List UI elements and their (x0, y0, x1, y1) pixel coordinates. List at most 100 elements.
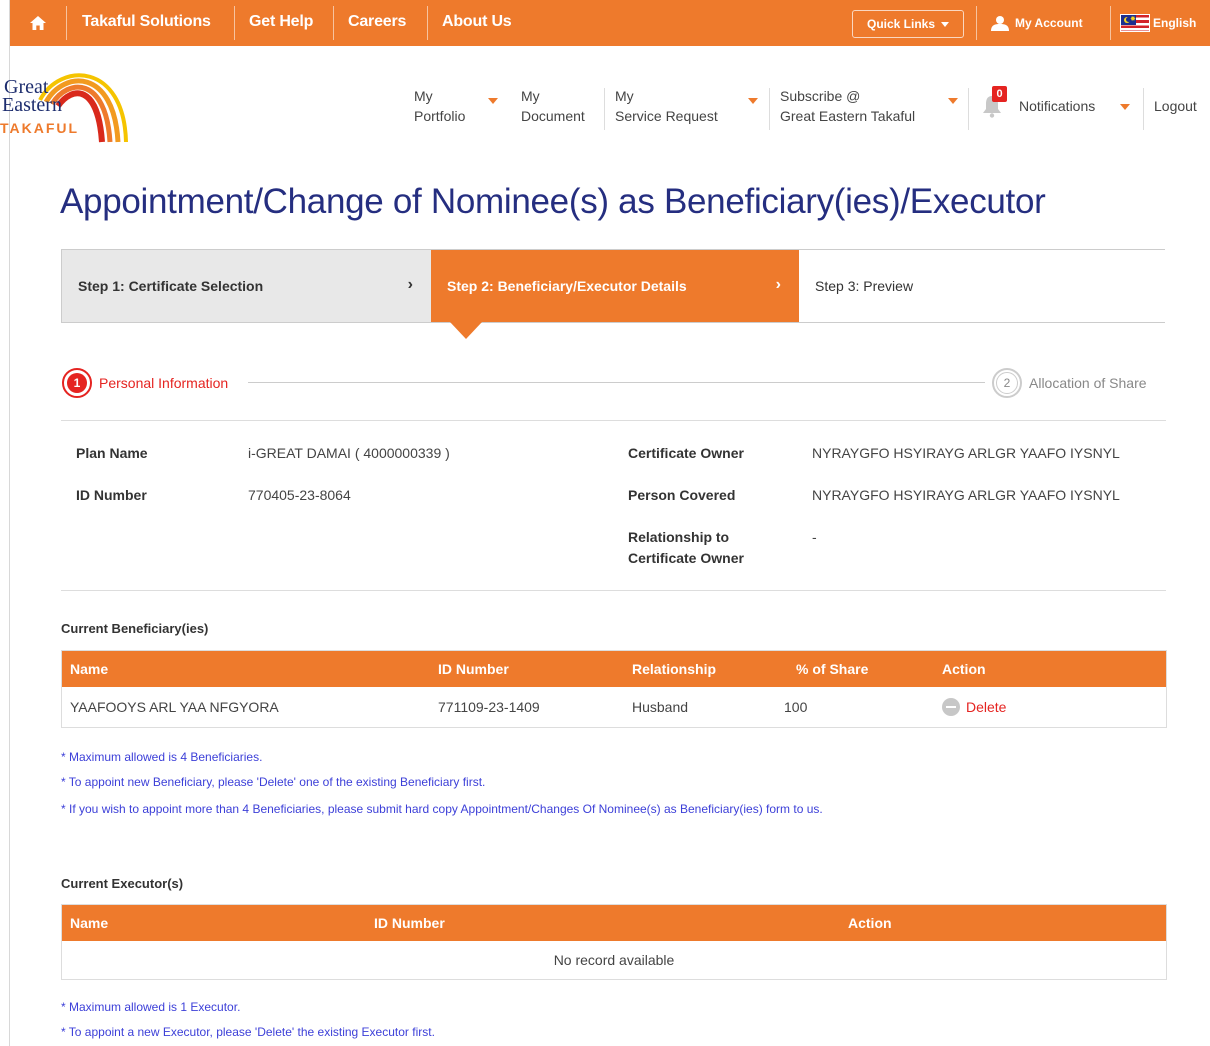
menu-my-service-request-line1: My (615, 88, 634, 104)
menu-separator (1143, 88, 1144, 130)
nav-about-us[interactable]: About Us (442, 0, 512, 46)
beneficiary-note: * If you wish to appoint more than 4 Ben… (61, 802, 823, 816)
quick-links-label: Quick Links (866, 17, 936, 31)
beneficiary-id-number: 771109-23-1409 (438, 699, 540, 715)
person-covered-value: NYRAYGFO HSYIRAYG ARLGR YAAFO IYSNYL (812, 487, 1120, 503)
home-icon (30, 16, 46, 30)
current-beneficiaries-title: Current Beneficiary(ies) (61, 621, 209, 636)
chevron-right-icon: › (775, 276, 781, 293)
menu-my-service-request[interactable]: My Service Request (615, 86, 758, 126)
chevron-right-icon: › (407, 276, 413, 293)
substep-2-label: Allocation of Share (1029, 375, 1147, 391)
header-action: Action (942, 661, 986, 677)
page-left-border (9, 0, 10, 1046)
menu-my-service-request-line2: Service Request (615, 108, 718, 124)
relationship-label: Relationship to Certificate Owner (628, 527, 744, 569)
wizard-stepper: Step 1: Certificate Selection › Step 2: … (61, 249, 1165, 323)
header-id-number: ID Number (374, 915, 445, 931)
logo-text-eastern: Eastern (2, 94, 62, 116)
delete-label: Delete (966, 699, 1007, 715)
step-preview[interactable]: Step 3: Preview (799, 250, 1165, 322)
nav-separator (427, 6, 428, 40)
minus-circle-icon (942, 698, 960, 716)
user-icon (991, 16, 1009, 31)
substep-1-number: 1 (67, 373, 87, 393)
beneficiary-note: * To appoint new Beneficiary, please 'De… (61, 775, 486, 789)
chevron-down-icon (941, 21, 950, 27)
divider (61, 420, 1166, 421)
step-3-label: Step 3: Preview (815, 278, 914, 294)
menu-notifications[interactable]: Notifications (1019, 96, 1130, 116)
nav-separator (66, 6, 67, 40)
plan-name-label: Plan Name (76, 445, 148, 461)
certificate-owner-label: Certificate Owner (628, 445, 744, 461)
menu-my-portfolio[interactable]: My Portfolio (414, 86, 498, 126)
language-label: English (1153, 16, 1197, 30)
top-navigation-bar: Takaful Solutions Get Help Careers About… (10, 0, 1210, 46)
nav-takaful-solutions[interactable]: Takaful Solutions (82, 0, 211, 46)
step-certificate-selection[interactable]: Step 1: Certificate Selection › (62, 250, 431, 322)
divider (61, 590, 1166, 591)
chevron-down-icon (748, 98, 758, 104)
step-2-label: Step 2: Beneficiary/Executor Details (447, 278, 687, 294)
substep-personal-information[interactable]: 1 Personal Information (62, 368, 239, 398)
my-account-label: My Account (1015, 16, 1083, 30)
certificate-owner-value: NYRAYGFO HSYIRAYG ARLGR YAAFO IYSNYL (812, 445, 1120, 461)
substep-allocation-of-share[interactable]: 2 Allocation of Share (992, 368, 1147, 398)
menu-subscribe-line1: Subscribe @ (780, 88, 861, 104)
menu-my-document-line1[interactable]: My (521, 86, 585, 106)
menu-my-portfolio-line1: My (414, 88, 433, 104)
menu-my-document: My Document (521, 86, 585, 126)
header-name: Name (70, 915, 109, 931)
chevron-down-icon (488, 98, 498, 104)
step-1-label: Step 1: Certificate Selection (78, 278, 264, 294)
substep-2-indicator: 2 (992, 368, 1022, 398)
notification-count-badge: 0 (992, 86, 1007, 102)
beneficiary-relationship: Husband (632, 699, 689, 715)
nav-separator (1110, 6, 1111, 40)
nav-careers[interactable]: Careers (348, 0, 406, 46)
beneficiary-share: 100 (784, 699, 808, 715)
current-executors-title: Current Executor(s) (61, 876, 184, 891)
header-name: Name (70, 661, 109, 677)
id-number-value: 770405-23-8064 (248, 487, 351, 503)
substep-1-indicator: 1 (62, 368, 92, 398)
executors-table-header: Name ID Number Action (62, 905, 1166, 941)
menu-my-document-line2[interactable]: Document (521, 106, 585, 126)
chevron-down-icon (948, 98, 958, 104)
step-beneficiary-executor-details[interactable]: Step 2: Beneficiary/Executor Details › (431, 250, 799, 322)
page-title: Appointment/Change of Nominee(s) as Bene… (60, 182, 1046, 221)
substep-2-number: 2 (996, 372, 1018, 394)
logout-link[interactable]: Logout (1154, 96, 1197, 116)
menu-separator (968, 88, 969, 130)
menu-subscribe-line2: Great Eastern Takaful (780, 108, 916, 124)
relationship-label-line1: Relationship to (628, 529, 730, 545)
menu-separator (769, 88, 770, 130)
home-button[interactable] (10, 0, 66, 46)
menu-notifications-label: Notifications (1019, 98, 1096, 114)
active-step-pointer (450, 322, 482, 339)
no-record-message: No record available (553, 952, 675, 968)
malaysia-flag-icon: ✸ (1120, 14, 1150, 32)
notifications-bell[interactable]: 0 (982, 86, 1007, 118)
relationship-value: - (812, 529, 817, 545)
id-number-label: ID Number (76, 487, 147, 503)
nav-separator (333, 6, 334, 40)
my-account-link[interactable]: My Account (990, 0, 1083, 46)
executor-note: * To appoint a new Executor, please 'Del… (61, 1025, 435, 1039)
delete-beneficiary-button[interactable]: Delete (942, 687, 1006, 727)
quick-links-dropdown[interactable]: Quick Links (852, 10, 964, 38)
chevron-down-icon (1120, 104, 1130, 110)
great-eastern-takaful-logo[interactable]: Great Eastern TAKAFUL (0, 62, 140, 144)
executors-table: Name ID Number Action No record availabl… (61, 904, 1167, 980)
language-selector[interactable]: ✸ English (1120, 0, 1196, 46)
menu-subscribe[interactable]: Subscribe @ Great Eastern Takaful (780, 86, 958, 126)
logo-text-takaful: TAKAFUL (0, 120, 80, 136)
header-action: Action (848, 915, 892, 931)
executor-note: * Maximum allowed is 1 Executor. (61, 1000, 241, 1014)
beneficiaries-table-header: Name ID Number Relationship % of Share A… (62, 651, 1166, 687)
beneficiary-name: YAAFOOYS ARL YAA NFGYORA (70, 699, 279, 715)
plan-name-value: i-GREAT DAMAI ( 4000000339 ) (248, 445, 450, 461)
nav-get-help[interactable]: Get Help (249, 0, 313, 46)
relationship-label-line2: Certificate Owner (628, 550, 744, 566)
